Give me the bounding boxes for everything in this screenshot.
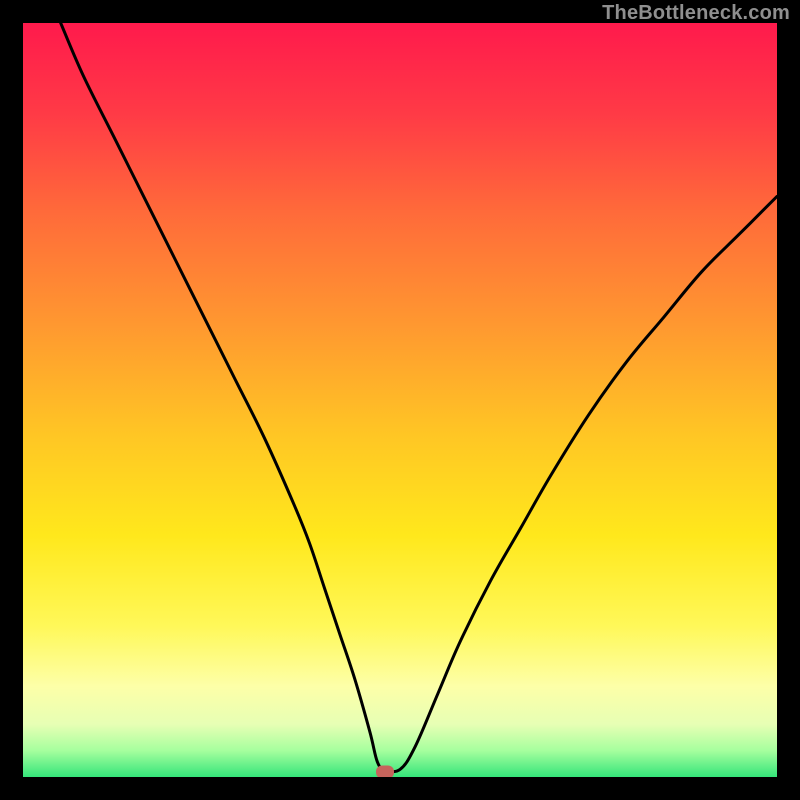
plot-area — [23, 23, 777, 777]
background-gradient — [23, 23, 777, 777]
optimal-point-marker — [376, 765, 394, 777]
chart-frame: TheBottleneck.com — [0, 0, 800, 800]
chart-svg — [23, 23, 777, 777]
watermark-text: TheBottleneck.com — [602, 2, 790, 25]
